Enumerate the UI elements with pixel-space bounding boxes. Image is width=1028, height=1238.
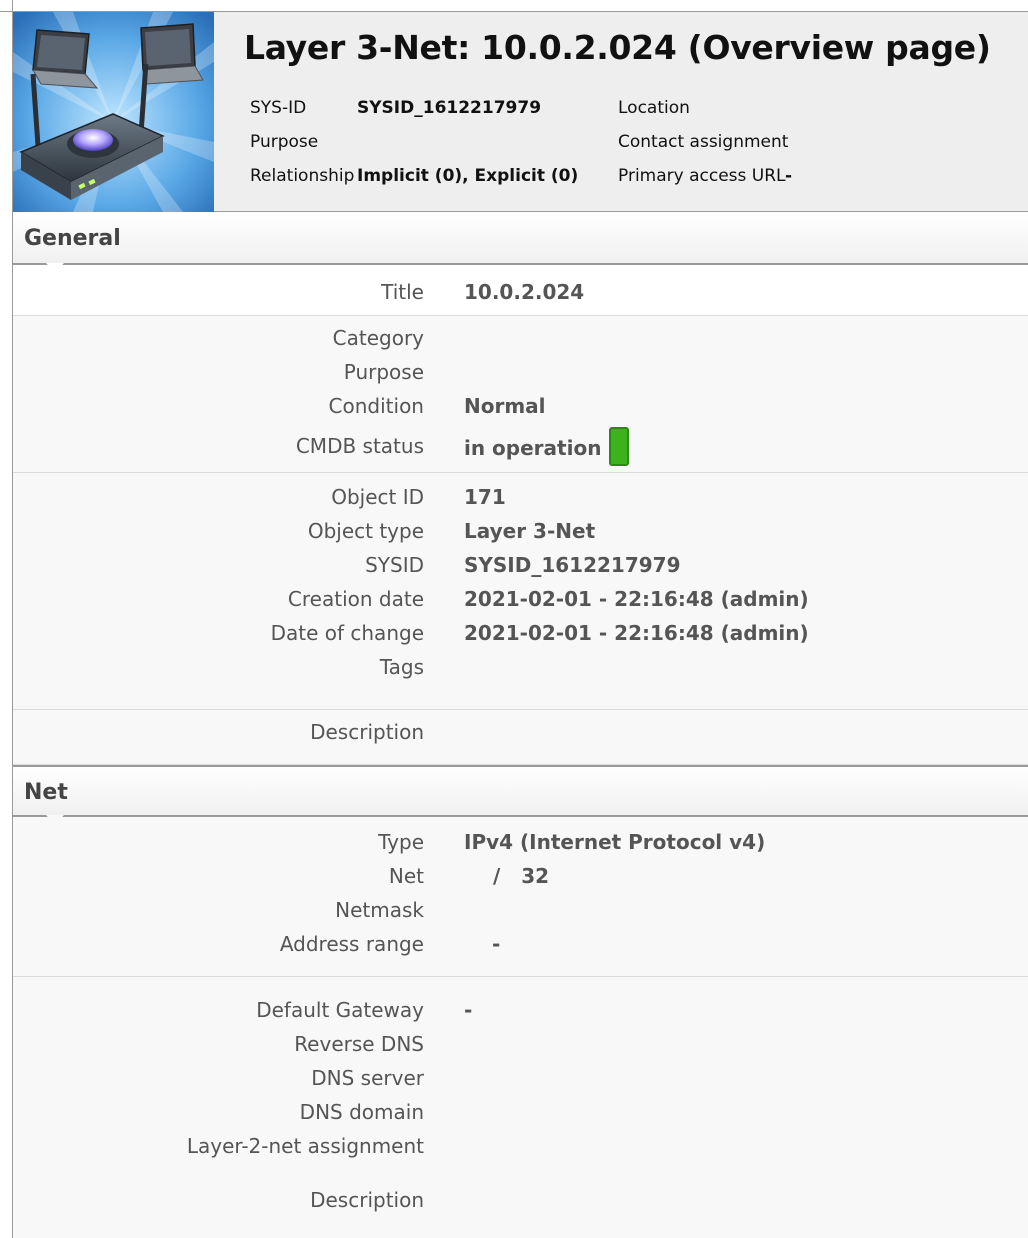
type-label: Type [378, 830, 424, 854]
layer2-net-assignment-label: Layer-2-net assignment [186, 1134, 424, 1158]
general-title-group: Title 10.0.2.024 [13, 265, 1028, 316]
primary-access-url-label: Primary access URL [618, 166, 786, 186]
general-section-title: General [24, 226, 121, 251]
net-value: / 32 [493, 864, 550, 888]
object-id-label: Object ID [331, 485, 424, 509]
general-description-label: Description [310, 720, 424, 744]
contact-assignment-label: Contact assignment [618, 132, 789, 152]
net-dns-group: Default Gateway - Reverse DNS DNS server… [13, 977, 1028, 1238]
relationship-value[interactable]: Implicit (0), Explicit (0) [357, 166, 578, 186]
cmdb-status-color-badge [609, 427, 630, 466]
change-date-value: 2021-02-01 - 22:16:48 (admin) [464, 621, 809, 645]
condition-value: Normal [464, 394, 546, 418]
general-description-group: Description [13, 710, 1028, 765]
default-gateway-value: - [464, 998, 473, 1022]
sys-id-label: SYS-ID [250, 98, 307, 118]
net-description-label: Description [310, 1188, 424, 1212]
net-section-header[interactable]: Net [13, 765, 1028, 827]
address-range-value: - [492, 932, 501, 956]
net-label: Net [388, 864, 424, 888]
cmdb-status-value: in operation [464, 436, 602, 460]
tags-label: Tags [379, 655, 424, 679]
dns-server-label: DNS server [311, 1066, 424, 1090]
creation-date-label: Creation date [287, 587, 424, 611]
object-id-value: 171 [464, 485, 506, 509]
type-value: IPv4 (Internet Protocol v4) [464, 830, 766, 854]
net-address-group: Type IPv4 (Internet Protocol v4) Net / 3… [13, 817, 1028, 977]
condition-label: Condition [328, 394, 424, 418]
cmdb-status-label: CMDB status [295, 434, 424, 458]
general-status-group: Category Purpose Condition Normal CMDB s… [13, 316, 1028, 473]
relationship-label: Relationship [250, 166, 355, 186]
location-label: Location [618, 98, 690, 118]
category-label: Category [332, 326, 424, 350]
primary-access-url-value[interactable]: - [785, 166, 792, 186]
default-gateway-label: Default Gateway [256, 998, 424, 1022]
object-header: Layer 3-Net: 10.0.2.024 (Overview page) … [13, 12, 1028, 212]
address-range-label: Address range [279, 932, 424, 956]
general-section-header[interactable]: General [13, 213, 1028, 275]
general-meta-group: Object ID 171 Object type Layer 3-Net SY… [13, 473, 1028, 710]
title-label: Title [381, 280, 424, 304]
sysid-value: SYSID_1612217979 [464, 553, 681, 577]
netmask-label: Netmask [335, 898, 424, 922]
net-section-title: Net [24, 780, 68, 805]
title-value: 10.0.2.024 [464, 280, 585, 304]
page-title: Layer 3-Net: 10.0.2.024 (Overview page) [244, 28, 991, 67]
router-laptops-icon [13, 12, 214, 212]
purpose-label: Purpose [250, 132, 319, 152]
purpose-field-label: Purpose [343, 360, 424, 384]
cmdb-status-value-wrap: in operation [464, 427, 630, 469]
creation-date-value: 2021-02-01 - 22:16:48 (admin) [464, 587, 809, 611]
sysid-label: SYSID [365, 553, 424, 577]
layer3-net-object-image [13, 12, 214, 212]
object-type-value: Layer 3-Net [464, 519, 596, 543]
object-type-label: Object type [307, 519, 424, 543]
reverse-dns-label: Reverse DNS [294, 1032, 424, 1056]
sys-id-value: SYSID_1612217979 [357, 98, 542, 118]
change-date-label: Date of change [270, 621, 424, 645]
dns-domain-label: DNS domain [299, 1100, 424, 1124]
